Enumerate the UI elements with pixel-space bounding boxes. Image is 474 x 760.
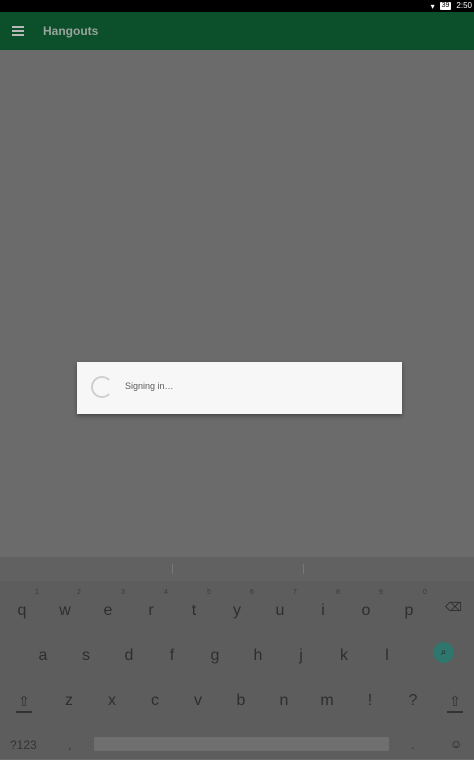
wifi-icon: ▾ [430,1,435,11]
key-h[interactable]: h [244,639,272,673]
space-bar[interactable] [94,737,389,751]
key-w[interactable]: w [51,594,79,628]
key-e[interactable]: e [94,594,122,628]
key-exclamation[interactable]: ! [356,684,384,718]
suggestion-bar[interactable] [0,557,474,581]
emoji-icon[interactable]: ☺ [450,737,464,751]
status-bar: ▾ 39 2:50 [0,0,474,12]
key-j[interactable]: j [287,639,315,673]
key-question[interactable]: ? [399,684,427,718]
shift-icon[interactable]: ⇧ [445,689,465,713]
symbols-key[interactable]: ?123 [10,730,37,760]
comma-key[interactable]: , [68,730,71,760]
backspace-icon[interactable]: ⌫ [445,600,463,614]
key-v[interactable]: v [184,684,212,718]
key-y[interactable]: y [223,594,251,628]
key-l[interactable]: l [373,639,401,673]
key-d[interactable]: d [115,639,143,673]
status-time: 2:50 [456,1,472,10]
period-key[interactable]: . [411,730,414,760]
key-n[interactable]: n [270,684,298,718]
key-m[interactable]: m [313,684,341,718]
app-bar: Hangouts [0,12,474,50]
search-icon[interactable]: ⌕ [433,642,454,663]
key-o[interactable]: o [352,594,380,628]
key-z[interactable]: z [55,684,83,718]
key-t[interactable]: t [180,594,208,628]
key-k[interactable]: k [330,639,358,673]
key-f[interactable]: f [158,639,186,673]
key-c[interactable]: c [141,684,169,718]
key-hint: 0 [423,589,427,596]
key-r[interactable]: r [137,594,165,628]
key-p[interactable]: p [395,594,423,628]
page-title: Hangouts [43,24,99,38]
suggestion-divider [172,564,173,574]
key-q[interactable]: q [8,594,36,628]
key-a[interactable]: a [29,639,57,673]
battery-level: 39 [439,2,452,10]
key-s[interactable]: s [72,639,100,673]
key-x[interactable]: x [98,684,126,718]
menu-icon[interactable] [12,26,24,36]
content-area [0,50,474,557]
dialog-message: Signing in… [125,381,174,391]
key-g[interactable]: g [201,639,229,673]
loading-spinner-icon [91,376,113,398]
key-b[interactable]: b [227,684,255,718]
suggestion-divider [303,564,304,574]
key-i[interactable]: i [309,594,337,628]
shift-icon[interactable]: ⇧ [14,689,34,713]
key-u[interactable]: u [266,594,294,628]
signing-in-dialog: Signing in… [77,362,402,414]
